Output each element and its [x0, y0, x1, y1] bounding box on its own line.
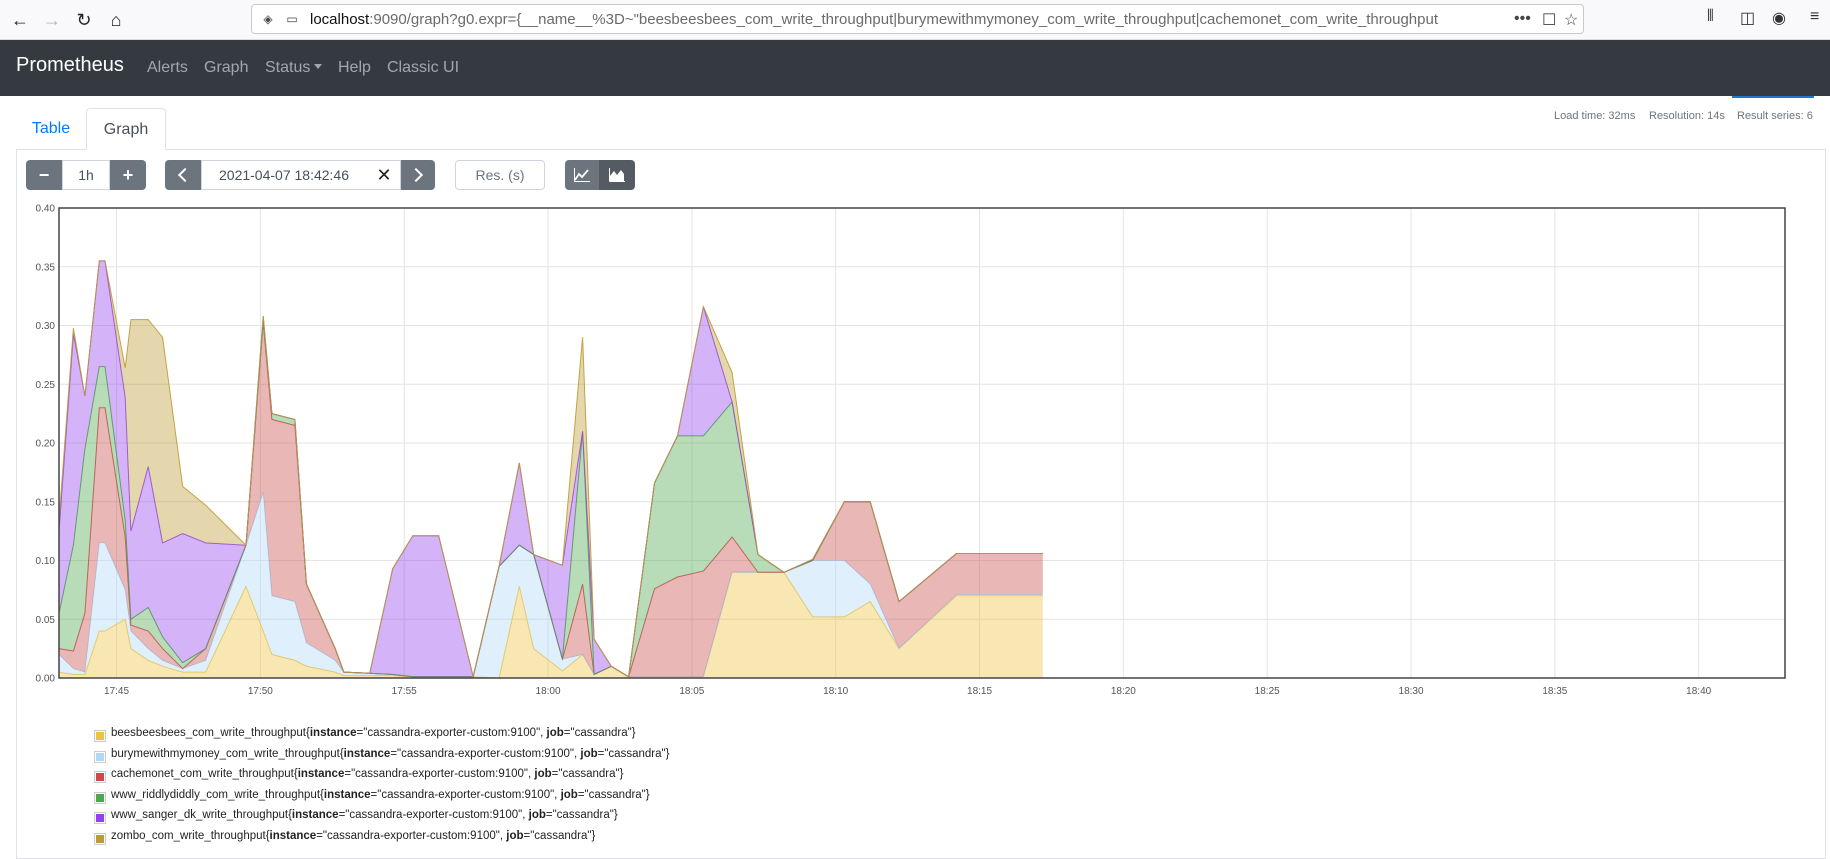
x-tick-label: 18:00: [536, 686, 561, 697]
y-tick-label: 0.05: [36, 615, 56, 626]
x-tick-label: 18:10: [823, 686, 848, 697]
x-tick-label: 18:20: [1111, 686, 1136, 697]
x-tick-label: 18:25: [1255, 686, 1280, 697]
x-tick-label: 17:55: [392, 686, 417, 697]
y-tick-label: 0.00: [36, 674, 56, 685]
legend-label: zombo_com_write_throughput{instance="cas…: [111, 829, 596, 842]
y-axis-ticks: 0.00 0.05 0.10 0.15 0.20 0.25 0.30 0.35 0.40: [36, 204, 56, 685]
x-tick-label: 17:50: [248, 686, 273, 697]
legend-swatch: [94, 812, 106, 824]
legend-swatch: [94, 750, 106, 763]
y-tick-label: 0.30: [36, 321, 56, 332]
legend-label: www_sanger_dk_write_throughput{instance=…: [111, 809, 618, 821]
legend-label: cachemonet_com_write_throughput{instance…: [111, 768, 624, 780]
x-tick-label: 18:05: [679, 686, 704, 697]
y-tick-label: 0.35: [36, 262, 56, 273]
legend-label: beesbeesbees_com_write_throughput{instan…: [111, 727, 636, 739]
legend-swatch: [94, 832, 106, 845]
x-axis-ticks: 17:45 17:50 17:55 18:00 18:05 18:10 18:15 18:20…: [104, 686, 1712, 697]
y-tick-label: 0.15: [36, 497, 56, 508]
y-tick-label: 0.10: [36, 556, 56, 567]
x-tick-label: 18:35: [1542, 686, 1567, 697]
legend-label: burymewithmymoney_com_write_throughput{i…: [111, 747, 670, 760]
x-tick-label: 18:15: [967, 686, 992, 697]
y-tick-label: 0.40: [36, 204, 56, 215]
stacked-area-chart[interactable]: 0.00 0.05 0.10 0.15 0.20 0.25 0.30 0.35 0.40 17:…: [0, 0, 1830, 853]
x-tick-label: 18:40: [1686, 686, 1711, 697]
x-tick-label: 17:45: [104, 686, 129, 697]
x-tick-label: 18:30: [1399, 686, 1424, 697]
legend-swatch: [94, 730, 106, 742]
y-tick-label: 0.20: [36, 439, 56, 450]
y-tick-label: 0.25: [36, 380, 56, 391]
legend-swatch: [94, 791, 106, 804]
legend-swatch: [94, 771, 106, 783]
legend-label: www_riddlydiddly_com_write_throughput{in…: [111, 788, 650, 801]
